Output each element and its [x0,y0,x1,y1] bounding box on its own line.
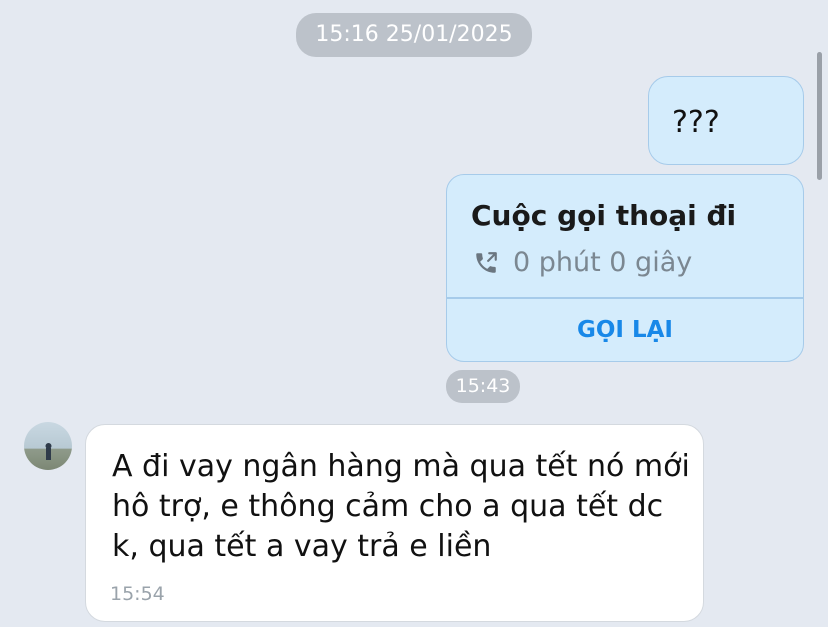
incoming-message-bubble[interactable]: A đi vay ngân hàng mà qua tết nó mới hô … [85,424,704,622]
message-text: A đi vay ngân hàng mà qua tết nó mới hô … [112,449,690,564]
call-title: Cuộc gọi thoại đi [471,199,737,232]
avatar[interactable] [24,422,72,470]
message-timestamp: 15:54 [110,583,165,605]
call-log-card[interactable]: Cuộc gọi thoại đi 0 phút 0 giây GỌI LẠI [446,174,804,362]
outgoing-message-bubble[interactable]: ??? [648,76,804,165]
date-separator: 15:16 25/01/2025 [296,13,532,57]
call-back-button[interactable]: GỌI LẠI [447,299,803,361]
time-separator: 15:43 [446,370,520,403]
scrollbar[interactable] [817,52,822,180]
message-text: ??? [672,105,720,140]
avatar-image [45,443,52,460]
call-duration: 0 phút 0 giây [513,247,693,278]
phone-outgoing-icon [476,251,497,273]
call-duration-row: 0 phút 0 giây [473,247,692,278]
